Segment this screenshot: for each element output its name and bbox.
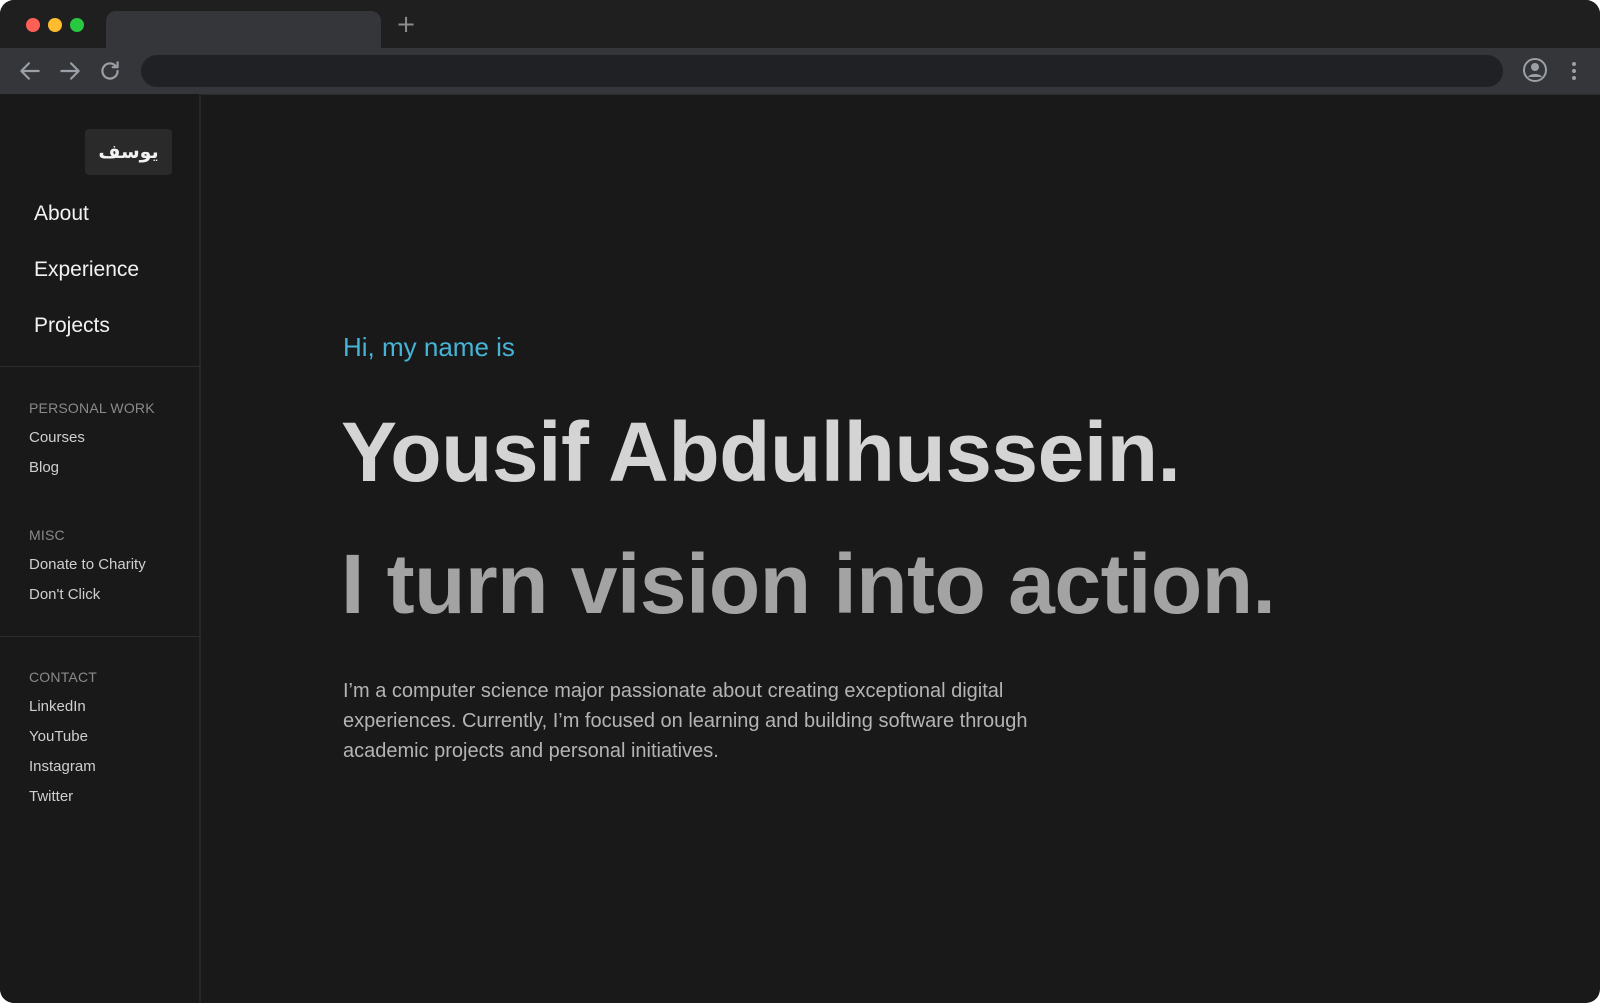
hero-bio: I’m a computer science major passionate … — [343, 680, 1028, 762]
active-tab[interactable] — [106, 11, 381, 48]
link-linkedin[interactable]: LinkedIn — [29, 698, 97, 728]
address-bar[interactable] — [141, 55, 1503, 87]
sidebar: يوسف About Experience Projects PERSONAL … — [0, 94, 201, 1003]
reload-icon[interactable] — [97, 58, 123, 84]
link-donate-to-charity[interactable]: Donate to Charity — [29, 556, 146, 586]
hero-greeting: Hi, my name is — [343, 332, 515, 362]
more-options-icon[interactable] — [1562, 59, 1586, 83]
section-title: PERSONAL WORK — [29, 400, 155, 416]
contact-section: CONTACT LinkedIn YouTube Instagram Twitt… — [29, 669, 97, 818]
link-instagram[interactable]: Instagram — [29, 758, 97, 788]
sidebar-divider — [0, 636, 201, 637]
nav-about[interactable]: About — [34, 202, 139, 258]
hero-tagline: I turn vision into action. — [341, 537, 1276, 631]
nav-projects[interactable]: Projects — [34, 314, 139, 370]
forward-arrow-icon[interactable] — [57, 58, 83, 84]
hero-name: Yousif Abdulhussein. — [341, 405, 1181, 499]
browser-toolbar — [0, 48, 1600, 95]
tab-bar: + — [0, 0, 1600, 48]
profile-icon[interactable] — [1522, 57, 1548, 83]
close-window-button[interactable] — [26, 18, 40, 32]
nav-experience[interactable]: Experience — [34, 258, 139, 314]
back-arrow-icon[interactable] — [17, 58, 43, 84]
section-title: CONTACT — [29, 669, 98, 685]
link-courses[interactable]: Courses — [29, 429, 155, 459]
link-blog[interactable]: Blog — [29, 459, 155, 489]
browser-window: + يوسف About Experience Projects PERSONA… — [0, 0, 1600, 1003]
new-tab-button[interactable]: + — [396, 12, 416, 36]
link-twitter[interactable]: Twitter — [29, 788, 97, 818]
minimize-window-button[interactable] — [48, 18, 62, 32]
link-dont-click[interactable]: Don't Click — [29, 586, 146, 616]
section-title: MISC — [29, 527, 65, 543]
misc-section: MISC Donate to Charity Don't Click — [29, 527, 146, 616]
link-youtube[interactable]: YouTube — [29, 728, 97, 758]
sidebar-divider — [0, 366, 201, 367]
site-logo[interactable]: يوسف — [85, 129, 172, 175]
main-nav: About Experience Projects — [34, 202, 139, 370]
maximize-window-button[interactable] — [70, 18, 84, 32]
hero-section: Hi, my name is Yousif Abdulhussein. I tu… — [201, 94, 1600, 1003]
personal-work-section: PERSONAL WORK Courses Blog — [29, 400, 155, 489]
